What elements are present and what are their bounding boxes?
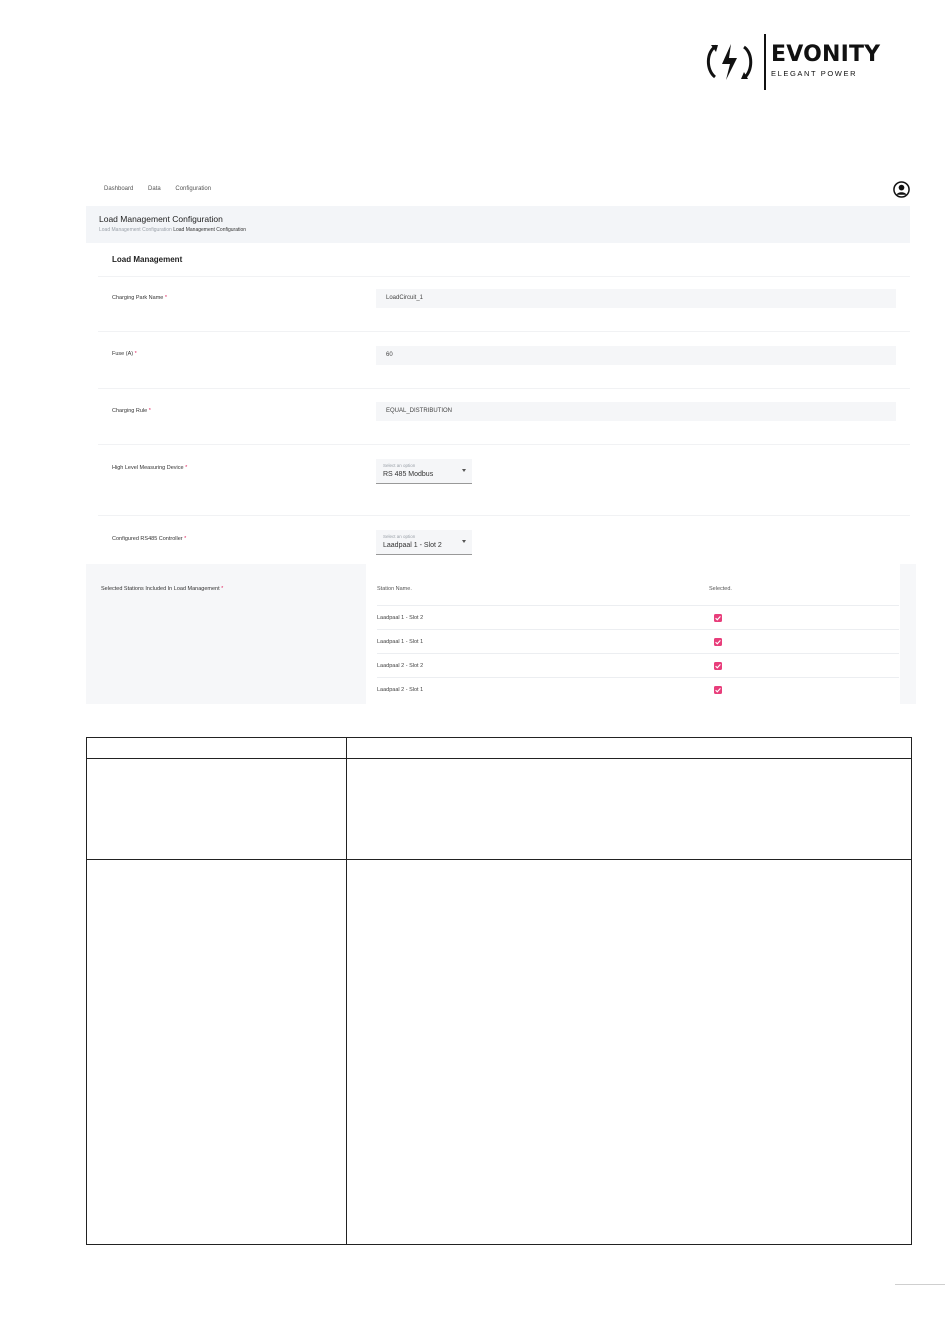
station-name: Laadpaal 1 - Slot 1 (377, 639, 424, 645)
table-cell (346, 859, 912, 1245)
check-icon (715, 640, 721, 645)
station-checkbox[interactable] (714, 614, 722, 622)
evonity-logo: EVONITY ELEGANT POWER (702, 32, 880, 92)
stations-section: Selected Stations Included In Load Manag… (86, 564, 916, 704)
check-icon (715, 688, 721, 693)
rs485-controller-label: Configured RS485 Controller * (112, 536, 187, 542)
charging-bolt-icon (706, 44, 753, 80)
station-name: Laadpaal 2 - Slot 2 (377, 663, 424, 669)
description-table (86, 737, 912, 1245)
fuse-label: Fuse (A) * (112, 351, 137, 357)
station-name: Laadpaal 1 - Slot 2 (377, 615, 424, 621)
table-cell (346, 758, 912, 860)
chevron-down-icon (462, 540, 466, 543)
select-value: Laadpaal 1 - Slot 2 (383, 542, 442, 549)
logo-divider (764, 34, 766, 90)
breadcrumb-current: Load Management Configuration (173, 227, 247, 233)
page-header: Load Management Configuration Load Manag… (86, 206, 910, 243)
select-hint: Select an option (383, 463, 416, 468)
breadcrumb: Load Management Configuration Load Manag… (99, 227, 246, 233)
table-row: Laadpaal 2 - Slot 1 (377, 677, 899, 702)
row-divider (98, 388, 910, 389)
table-cell (86, 758, 347, 860)
breadcrumb-parent[interactable]: Load Management Configuration (99, 227, 172, 233)
chevron-down-icon (462, 469, 466, 472)
col-selected: Selected. (709, 586, 732, 592)
charging-park-name-label: Charging Park Name * (112, 295, 168, 301)
rs485-controller-select[interactable]: Select an option Laadpaal 1 - Slot 2 (376, 530, 472, 555)
charging-park-name-input[interactable]: LoadCircuit_1 (376, 289, 896, 308)
station-checkbox[interactable] (714, 686, 722, 694)
stations-label: Selected Stations Included In Load Manag… (101, 586, 224, 592)
table-row: Laadpaal 2 - Slot 2 (377, 653, 899, 678)
row-divider (98, 331, 910, 332)
page-title: Load Management Configuration (99, 214, 223, 224)
station-checkbox[interactable] (714, 662, 722, 670)
charging-rule-label: Charging Rule * (112, 408, 151, 414)
table-header-row (86, 737, 912, 759)
logo-wordmark: EVONITY (771, 42, 881, 67)
nav-dashboard[interactable]: Dashboard (104, 186, 133, 192)
table-header-cell (346, 737, 912, 759)
card-title: Load Management (112, 255, 183, 264)
table-cell (86, 859, 347, 1245)
table-row (86, 758, 912, 860)
check-icon (715, 616, 721, 621)
table-row: Laadpaal 1 - Slot 2 (377, 605, 899, 630)
nav-configuration[interactable]: Configuration (175, 186, 211, 192)
select-value: RS 485 Modbus (383, 471, 434, 478)
station-name: Laadpaal 2 - Slot 1 (377, 687, 424, 693)
user-circle-icon[interactable] (893, 181, 910, 198)
table-row: Laadpaal 1 - Slot 1 (377, 629, 899, 654)
col-station-name: Station Name. (377, 586, 412, 592)
table-row (86, 859, 912, 1245)
app-screenshot: Dashboard Data Configuration Load Manage… (86, 172, 916, 704)
measuring-device-select[interactable]: Select an option RS 485 Modbus (376, 459, 472, 484)
row-divider (98, 444, 910, 445)
select-hint: Select an option (383, 534, 416, 539)
stations-table: Station Name. Selected. Laadpaal 1 - Slo… (366, 564, 900, 704)
check-icon (715, 664, 721, 669)
footer-rule (895, 1284, 945, 1285)
logo-tagline: ELEGANT POWER (771, 69, 858, 78)
row-divider (98, 276, 910, 277)
load-management-card: Load Management Charging Park Name * Loa… (98, 243, 910, 563)
row-divider (98, 515, 910, 516)
nav-data[interactable]: Data (148, 186, 161, 192)
measuring-device-label: High Level Measuring Device * (112, 465, 188, 471)
charging-rule-input[interactable]: EQUAL_DISTRIBUTION (376, 402, 896, 421)
fuse-input[interactable]: 60 (376, 346, 896, 365)
top-navigation: Dashboard Data Configuration (104, 186, 224, 196)
table-header-cell (86, 737, 347, 759)
station-checkbox[interactable] (714, 638, 722, 646)
